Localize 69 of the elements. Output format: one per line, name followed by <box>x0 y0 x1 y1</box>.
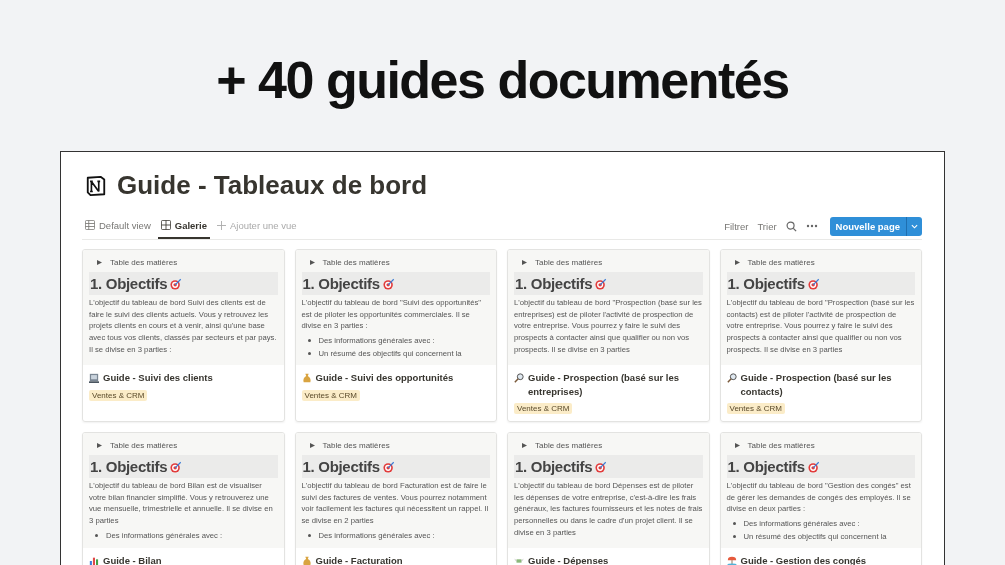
toggle-icon <box>734 260 740 265</box>
headline: + 40 guides documentés <box>216 50 789 110</box>
toggle-icon <box>522 260 527 265</box>
target-icon <box>807 277 820 290</box>
card-title: Guide - Prospection (basé sur les contacts) <box>740 371 893 398</box>
target-icon <box>170 460 183 473</box>
magnifier-icon <box>726 373 737 383</box>
heading: 1. Objectifs <box>727 275 805 292</box>
target-icon <box>595 460 608 473</box>
toggle-icon <box>522 443 527 448</box>
target-icon <box>382 460 395 473</box>
table-icon <box>85 220 95 230</box>
search-icon[interactable] <box>785 220 797 232</box>
toc-toggle: Table des matières <box>747 258 815 267</box>
heading: 1. Objectifs <box>90 275 168 292</box>
toc-toggle: Table des matières <box>535 441 603 450</box>
view-tab[interactable]: Galerie <box>157 213 210 239</box>
toggle-icon <box>309 443 315 448</box>
target-icon <box>807 460 820 473</box>
flying-money-icon <box>514 556 524 565</box>
dropdown-button[interactable] <box>906 216 922 236</box>
card-title: Guide - Bilan <box>103 554 162 565</box>
add-view-button[interactable]: Ajouter une vue <box>213 213 300 239</box>
target-icon <box>170 277 183 290</box>
target-icon <box>595 277 608 290</box>
heading: 1. Objectifs <box>302 458 380 475</box>
card-title: Guide - Suivi des opportunités <box>315 371 454 385</box>
magnifier-icon <box>514 373 524 383</box>
gallery-card[interactable] <box>294 249 497 422</box>
toc-toggle: Table des matières <box>535 258 603 267</box>
category-tag: Ventes & CRM <box>301 389 360 401</box>
card-title: Guide - Prospection (basé sur les entreprises) <box>528 371 680 398</box>
beach-icon <box>726 556 737 565</box>
card-title: Guide - Suivi des clients <box>103 371 213 385</box>
plus-icon <box>216 220 226 230</box>
toolbar-action[interactable]: Trier <box>757 220 777 232</box>
toggle-icon <box>734 443 740 448</box>
bar-chart-icon <box>89 556 99 565</box>
category-tag: Ventes & CRM <box>514 403 573 414</box>
heading: 1. Objectifs <box>515 275 593 292</box>
heading: 1. Objectifs <box>302 275 380 292</box>
view-tab[interactable]: Default view <box>82 213 154 239</box>
heading: 1. Objectifs <box>727 458 805 475</box>
toc-toggle: Table des matières <box>322 258 390 267</box>
toc-toggle: Table des matières <box>322 441 390 450</box>
toggle-icon <box>309 260 315 265</box>
gallery-icon <box>160 220 171 230</box>
money-bag-icon <box>301 556 312 565</box>
toc-toggle: Table des matières <box>110 258 178 267</box>
caret-icon <box>911 223 918 229</box>
gallery-card[interactable] <box>82 249 285 422</box>
heading: 1. Objectifs <box>515 458 593 475</box>
gallery-card[interactable] <box>719 249 922 422</box>
money-bag-icon <box>301 373 312 383</box>
new-page-button[interactable]: Nouvelle page <box>829 216 906 236</box>
toggle-icon <box>97 260 102 265</box>
toolbar-action[interactable]: Filtrer <box>724 220 749 232</box>
page-title: Guide - Tableaux de bord <box>117 170 428 201</box>
category-tag: Ventes & CRM <box>89 389 148 401</box>
gallery-card[interactable] <box>507 249 710 422</box>
toc-toggle: Table des matières <box>110 441 178 450</box>
more-icon[interactable] <box>805 224 818 228</box>
heading: 1. Objectifs <box>90 458 168 475</box>
notion-logo-icon <box>85 174 107 197</box>
toggle-icon <box>97 443 102 448</box>
toc-toggle: Table des matières <box>747 441 815 450</box>
card-title: Guide - Facturation <box>315 554 403 565</box>
target-icon <box>382 277 395 290</box>
category-tag: Ventes & CRM <box>726 403 785 414</box>
